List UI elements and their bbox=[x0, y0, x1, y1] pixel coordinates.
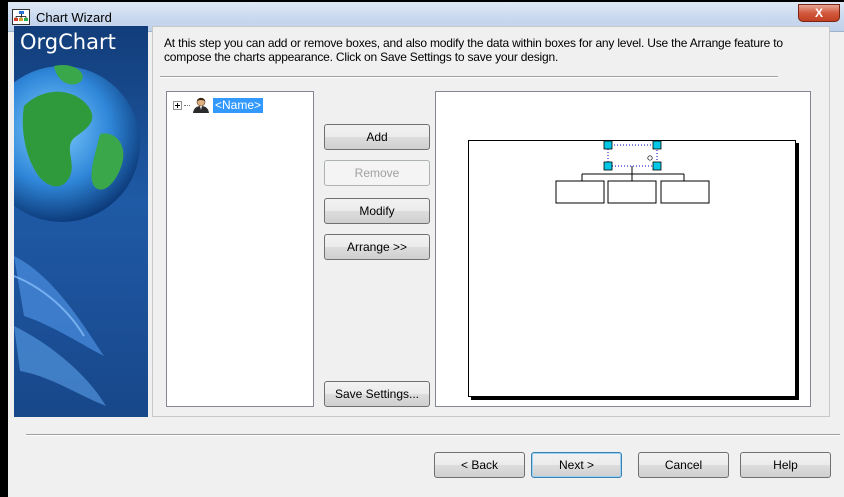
banner-title: OrgChart bbox=[20, 30, 116, 54]
add-button[interactable]: Add bbox=[324, 124, 430, 150]
close-button[interactable]: X bbox=[798, 4, 840, 22]
save-settings-button[interactable]: Save Settings... bbox=[324, 381, 430, 407]
remove-button[interactable]: Remove bbox=[324, 160, 430, 186]
help-button[interactable]: Help bbox=[740, 452, 831, 478]
person-icon bbox=[193, 97, 209, 113]
arrange-button[interactable]: Arrange >> bbox=[324, 234, 430, 260]
box-tree[interactable]: <Name> bbox=[166, 91, 314, 407]
instruction-text: At this step you can add or remove boxes… bbox=[164, 36, 783, 64]
tree-item-label[interactable]: <Name> bbox=[213, 97, 264, 113]
globe-icon bbox=[14, 64, 140, 406]
header-separator bbox=[160, 76, 778, 78]
chart-wizard-icon bbox=[12, 9, 30, 25]
back-button[interactable]: < Back bbox=[434, 452, 525, 478]
tree-connector bbox=[184, 104, 190, 106]
window-title: Chart Wizard bbox=[36, 10, 112, 25]
orgchart-banner: OrgChart bbox=[14, 26, 148, 417]
expand-icon[interactable] bbox=[173, 100, 182, 110]
preview-page bbox=[468, 140, 796, 397]
cancel-button[interactable]: Cancel bbox=[638, 452, 729, 478]
tree-item[interactable]: <Name> bbox=[173, 96, 264, 114]
footer-separator bbox=[26, 434, 840, 436]
modify-button[interactable]: Modify bbox=[324, 198, 430, 224]
next-button[interactable]: Next > bbox=[531, 452, 622, 478]
